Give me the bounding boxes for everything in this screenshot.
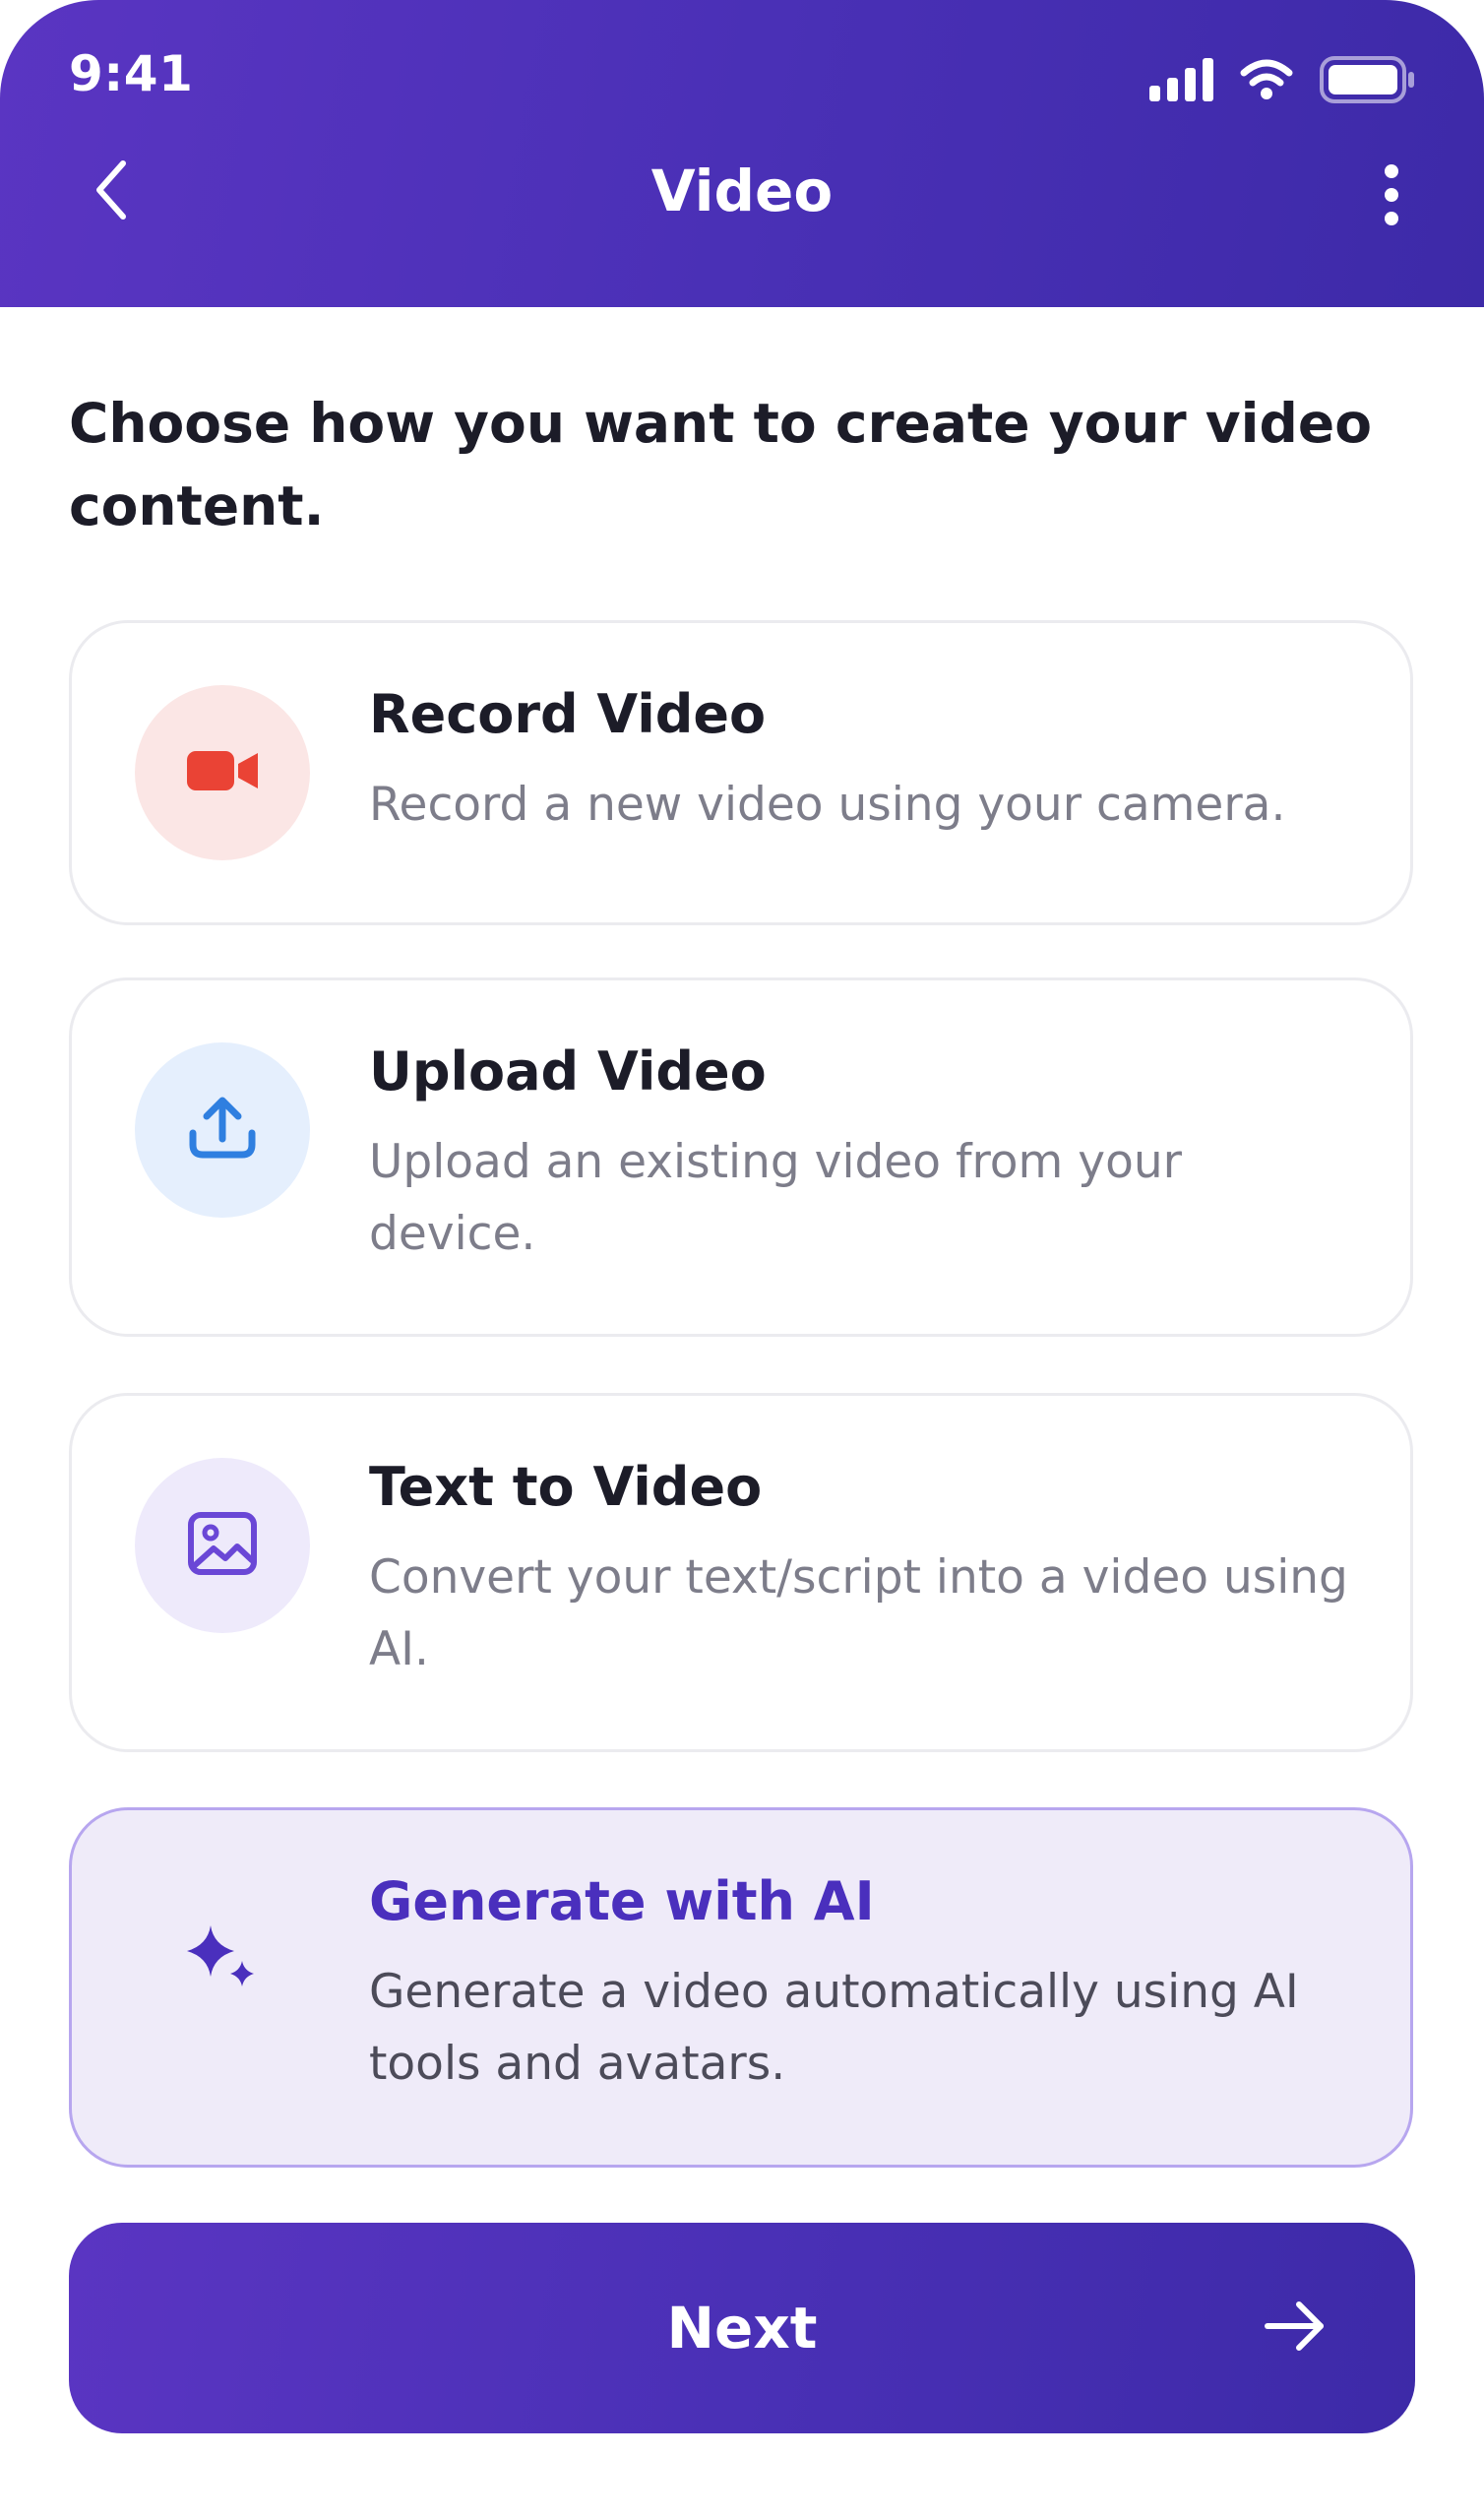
option-text-to-video[interactable]: Text to Video Convert your text/script i… (69, 1393, 1413, 1752)
page-title: Video (650, 158, 834, 224)
status-time: 9:41 (69, 45, 194, 102)
option-upload-video[interactable]: Upload Video Upload an existing video fr… (69, 977, 1413, 1337)
option-title: Generate with AI (369, 1870, 875, 1932)
icon-circle (135, 1458, 310, 1633)
next-button[interactable]: Next (69, 2223, 1415, 2433)
more-options-button[interactable] (1362, 158, 1421, 236)
battery-icon (1319, 55, 1417, 104)
cellular-signal-icon (1149, 58, 1214, 101)
option-description: Convert your text/script into a video us… (369, 1550, 1348, 1676)
option-record-video[interactable]: Record Video Record a new video using yo… (69, 620, 1413, 925)
image-icon (187, 1511, 258, 1580)
video-create-screen: 9:41 Video Choose how you want to create… (0, 0, 1484, 2520)
app-header: 9:41 Video (0, 0, 1484, 307)
icon-circle (135, 1872, 310, 2048)
option-generate-with-ai[interactable]: Generate with AI Generate a video automa… (69, 1807, 1413, 2168)
option-title: Record Video (369, 683, 767, 745)
option-description: Generate a video automatically using AI … (369, 1965, 1299, 2091)
sparkles-icon (181, 1922, 264, 1998)
icon-circle (135, 1042, 310, 1218)
upload-icon (188, 1096, 257, 1165)
icon-circle (135, 685, 310, 860)
option-description: Record a new video using your camera. (369, 778, 1286, 832)
status-icons (1149, 55, 1417, 104)
intro-text: Choose how you want to create your video… (69, 392, 1372, 537)
option-description: Upload an existing video from your devic… (369, 1135, 1182, 1261)
wifi-icon (1240, 59, 1293, 100)
arrow-right-icon (1264, 2300, 1327, 2356)
option-title: Text to Video (369, 1456, 763, 1518)
next-button-label: Next (666, 2295, 818, 2362)
video-camera-icon (185, 747, 260, 798)
option-title: Upload Video (369, 1040, 767, 1102)
more-vertical-icon (1382, 163, 1401, 230)
